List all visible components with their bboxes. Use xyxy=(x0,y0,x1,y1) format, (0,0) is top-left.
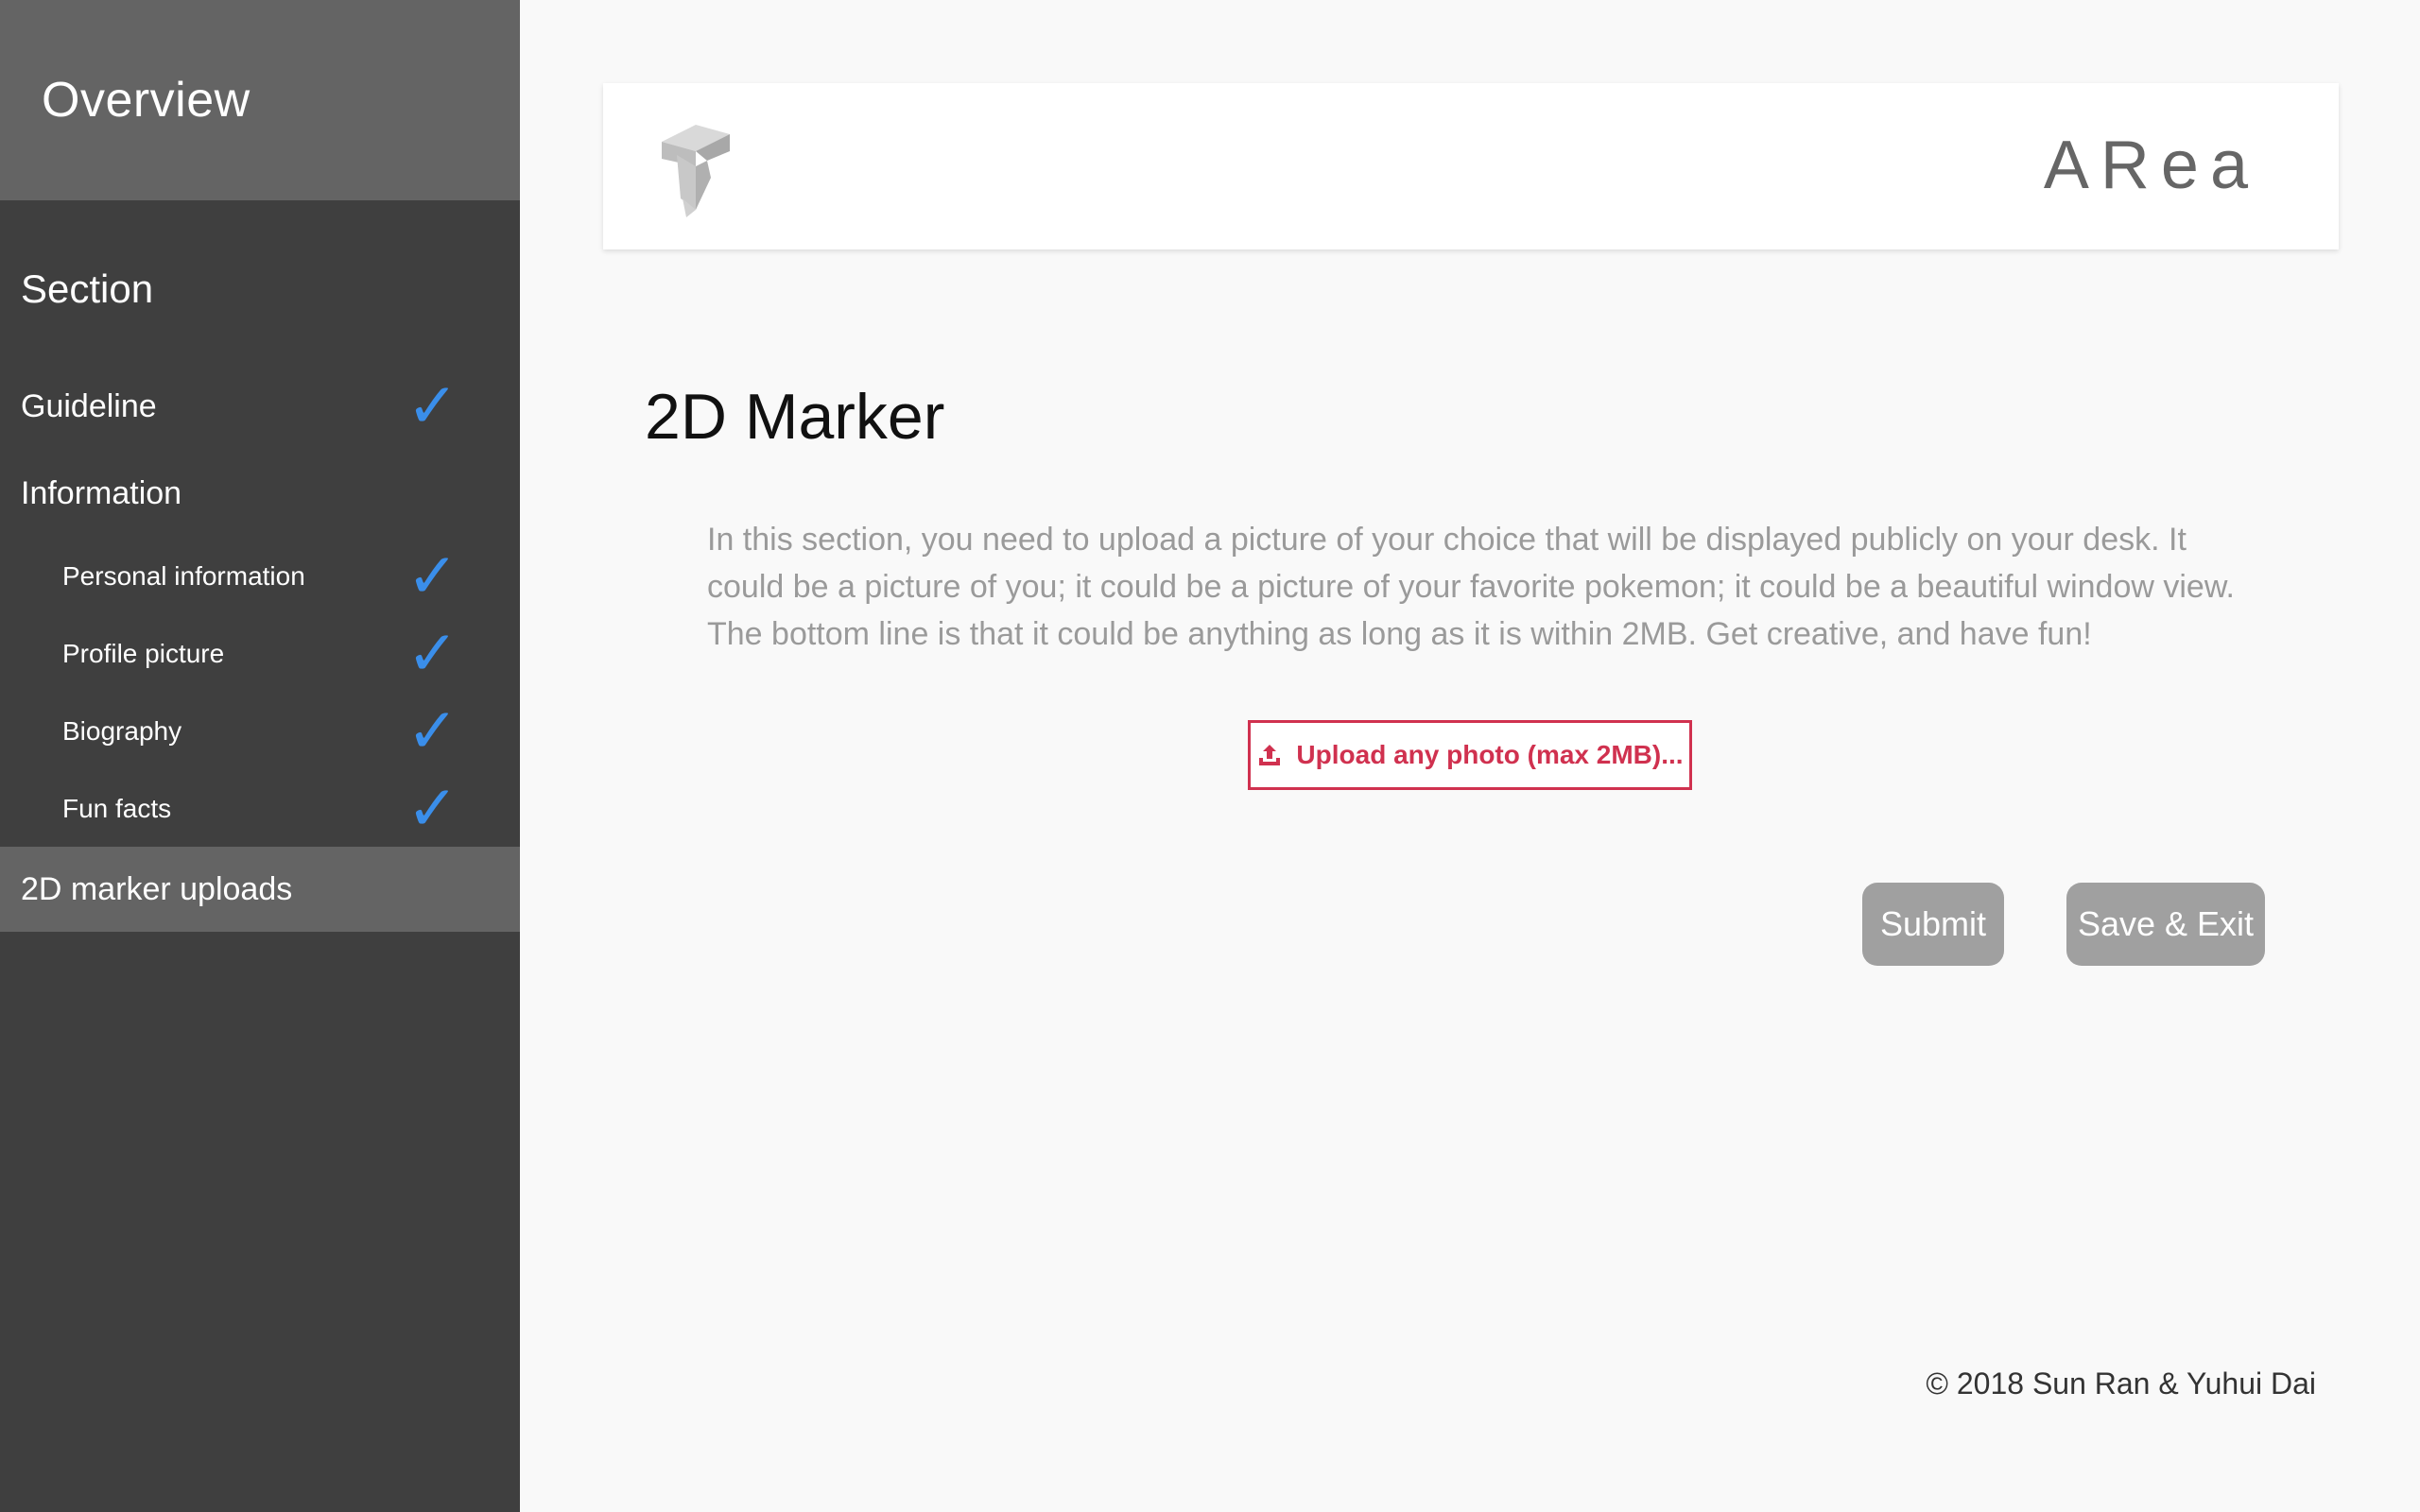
sidebar-title[interactable]: Overview xyxy=(42,72,251,129)
upload-icon xyxy=(1259,745,1281,765)
sidebar-item-fun-facts[interactable]: Fun facts ✓ xyxy=(0,773,520,845)
sidebar-item-2d-marker-uploads[interactable]: 2D marker uploads xyxy=(0,847,520,932)
checkmark-icon: ✓ xyxy=(406,369,459,442)
sidebar-item-label: Profile picture xyxy=(62,639,225,668)
section-heading: Section xyxy=(21,266,154,311)
checkmark-icon: ✓ xyxy=(406,617,459,690)
checkmark-icon: ✓ xyxy=(406,695,459,767)
sidebar-item-information[interactable]: Information xyxy=(0,457,520,529)
sidebar-item-label: 2D marker uploads xyxy=(21,870,293,907)
sidebar-item-profile-picture[interactable]: Profile picture ✓ xyxy=(0,618,520,690)
checkmark-icon: ✓ xyxy=(406,540,459,612)
section-description: In this section, you need to upload a pi… xyxy=(707,522,2235,652)
sidebar-item-biography[interactable]: Biography ✓ xyxy=(0,696,520,767)
sidebar: Overview Section Guideline ✓ Information… xyxy=(0,0,520,1512)
checkmark-icon: ✓ xyxy=(406,772,459,845)
sidebar-header: Overview xyxy=(0,0,520,200)
sidebar-item-label: Guideline xyxy=(21,387,157,424)
sidebar-item-label: Personal information xyxy=(62,561,305,591)
sidebar-item-label: Information xyxy=(21,474,182,511)
t-cube-logo-icon xyxy=(662,125,730,217)
sidebar-item-label: Fun facts xyxy=(62,794,172,823)
submit-button[interactable]: Submit xyxy=(1862,883,2004,966)
sidebar-item-guideline[interactable]: Guideline ✓ xyxy=(0,370,520,442)
upload-photo-button[interactable]: Upload any photo (max 2MB)... xyxy=(1248,720,1692,790)
upload-button-label: Upload any photo (max 2MB)... xyxy=(1296,740,1684,769)
header-card: ARea xyxy=(603,83,2339,249)
footer-copyright: © 2018 Sun Ran & Yuhui Dai xyxy=(1926,1366,2316,1400)
save-exit-button[interactable]: Save & Exit xyxy=(2066,883,2265,966)
brand-name: ARea xyxy=(2043,128,2259,203)
sidebar-item-personal-information[interactable]: Personal information ✓ xyxy=(0,541,520,612)
sidebar-item-label: Biography xyxy=(62,716,182,746)
page-title: 2D Marker xyxy=(645,381,945,453)
